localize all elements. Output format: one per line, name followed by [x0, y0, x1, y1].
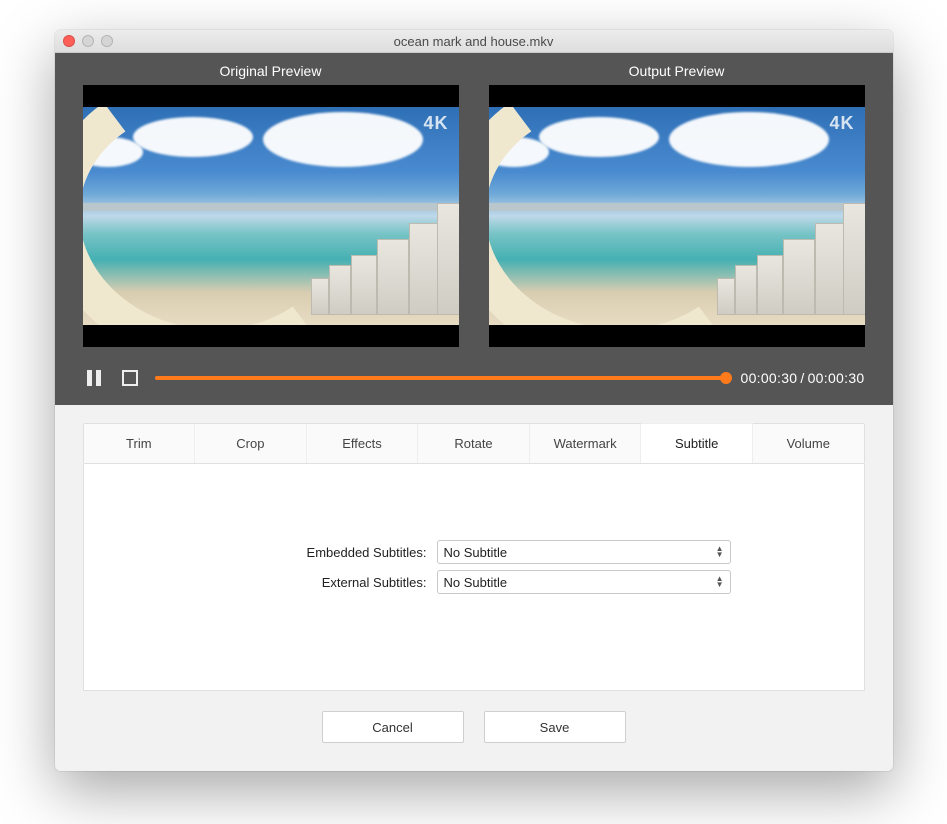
external-subtitles-label: External Subtitles: — [217, 575, 427, 590]
tabs: Trim Crop Effects Rotate Watermark Subti… — [83, 423, 865, 464]
preview-area: Original Preview Output Preview — [55, 53, 893, 405]
traffic-lights — [63, 35, 113, 47]
original-preview-image: 4K — [83, 107, 459, 325]
stop-icon — [122, 370, 138, 386]
stepper-icon: ▲▼ — [716, 576, 724, 588]
zoom-window-button[interactable] — [101, 35, 113, 47]
transport-bar: 00:00:30/00:00:30 — [83, 367, 865, 389]
stepper-icon: ▲▼ — [716, 546, 724, 558]
quality-badge-icon: 4K — [829, 113, 854, 134]
pause-icon — [87, 370, 101, 386]
embedded-subtitles-select[interactable]: No Subtitle ▲▼ — [437, 540, 731, 564]
timeline-progress — [155, 376, 727, 380]
editor-window: ocean mark and house.mkv Original Previe… — [55, 30, 893, 771]
window-title: ocean mark and house.mkv — [63, 34, 885, 49]
embedded-subtitles-value: No Subtitle — [444, 545, 508, 560]
timeline-scrubber[interactable] — [155, 376, 727, 380]
total-time: 00:00:30 — [808, 370, 865, 386]
current-time: 00:00:30 — [740, 370, 797, 386]
output-preview-label: Output Preview — [489, 63, 865, 79]
quality-badge-icon: 4K — [423, 113, 448, 134]
embedded-subtitles-label: Embedded Subtitles: — [217, 545, 427, 560]
tab-subtitle[interactable]: Subtitle — [641, 424, 753, 463]
tab-crop[interactable]: Crop — [195, 424, 307, 463]
external-subtitles-value: No Subtitle — [444, 575, 508, 590]
minimize-window-button[interactable] — [82, 35, 94, 47]
tab-rotate[interactable]: Rotate — [418, 424, 530, 463]
original-preview-label: Original Preview — [83, 63, 459, 79]
bottom-panel: Trim Crop Effects Rotate Watermark Subti… — [55, 405, 893, 771]
external-subtitles-select[interactable]: No Subtitle ▲▼ — [437, 570, 731, 594]
tab-watermark[interactable]: Watermark — [530, 424, 642, 463]
titlebar: ocean mark and house.mkv — [55, 30, 893, 53]
subtitle-panel: Embedded Subtitles: No Subtitle ▲▼ Exter… — [83, 464, 865, 691]
action-row: Cancel Save — [83, 711, 865, 743]
original-preview: 4K — [83, 85, 459, 347]
timeline-knob[interactable] — [720, 372, 732, 384]
output-preview-image: 4K — [489, 107, 865, 325]
output-preview: 4K — [489, 85, 865, 347]
close-window-button[interactable] — [63, 35, 75, 47]
tab-volume[interactable]: Volume — [753, 424, 864, 463]
stop-button[interactable] — [119, 367, 141, 389]
tab-effects[interactable]: Effects — [307, 424, 419, 463]
pause-button[interactable] — [83, 367, 105, 389]
save-button[interactable]: Save — [484, 711, 626, 743]
cancel-button[interactable]: Cancel — [322, 711, 464, 743]
timecode: 00:00:30/00:00:30 — [740, 370, 864, 386]
tab-trim[interactable]: Trim — [84, 424, 196, 463]
